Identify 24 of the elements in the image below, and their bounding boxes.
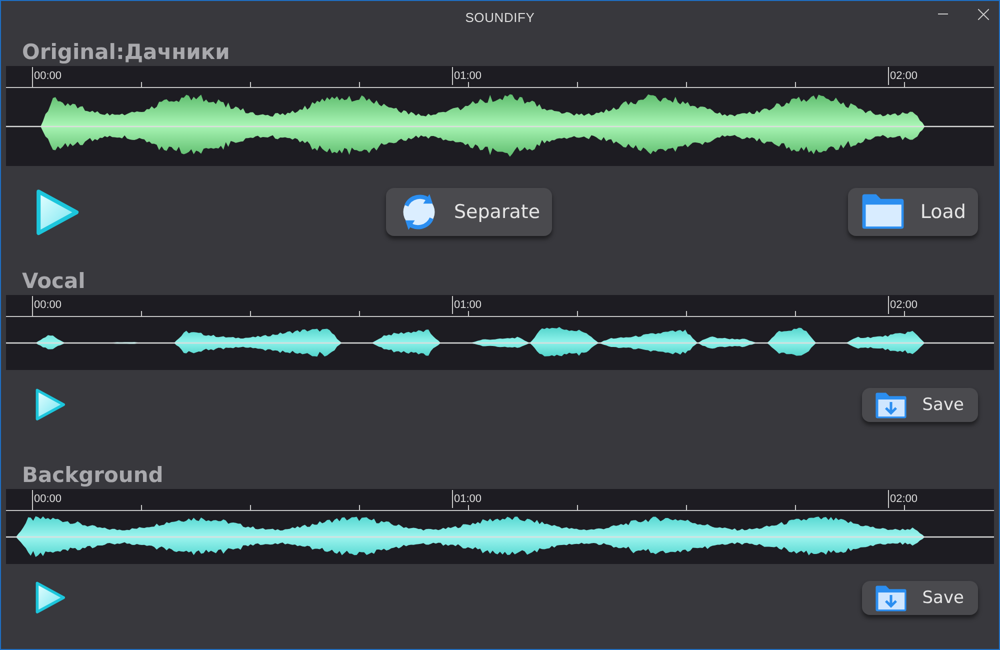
time-label: 01:00 [452, 67, 482, 85]
time-label: 02:00 [888, 296, 918, 314]
folder-download-icon [874, 584, 908, 612]
time-label: 02:00 [888, 67, 918, 85]
save-button[interactable]: Save [862, 388, 978, 422]
folder-icon [860, 192, 906, 232]
track-title: Original:Дачники [21, 39, 231, 66]
time-label: 01:00 [452, 296, 482, 314]
folder-download-icon [874, 390, 908, 420]
window-title: SOUNDIFY [465, 10, 535, 24]
play-icon[interactable] [34, 387, 66, 423]
play-icon[interactable] [34, 186, 80, 238]
load-button[interactable]: Load [848, 188, 978, 236]
play-icon[interactable] [34, 580, 66, 616]
save-button[interactable]: Save [862, 581, 978, 615]
time-label: 01:00 [452, 490, 482, 508]
track-title: Vocal [21, 268, 86, 295]
close-icon[interactable] [978, 9, 989, 20]
time-label: 00:00 [32, 67, 62, 85]
time-label: 00:00 [32, 490, 62, 508]
separate-button[interactable]: Separate [386, 188, 552, 236]
time-label: 02:00 [888, 490, 918, 508]
track-title: Background [21, 462, 164, 489]
time-label: 00:00 [32, 296, 62, 314]
